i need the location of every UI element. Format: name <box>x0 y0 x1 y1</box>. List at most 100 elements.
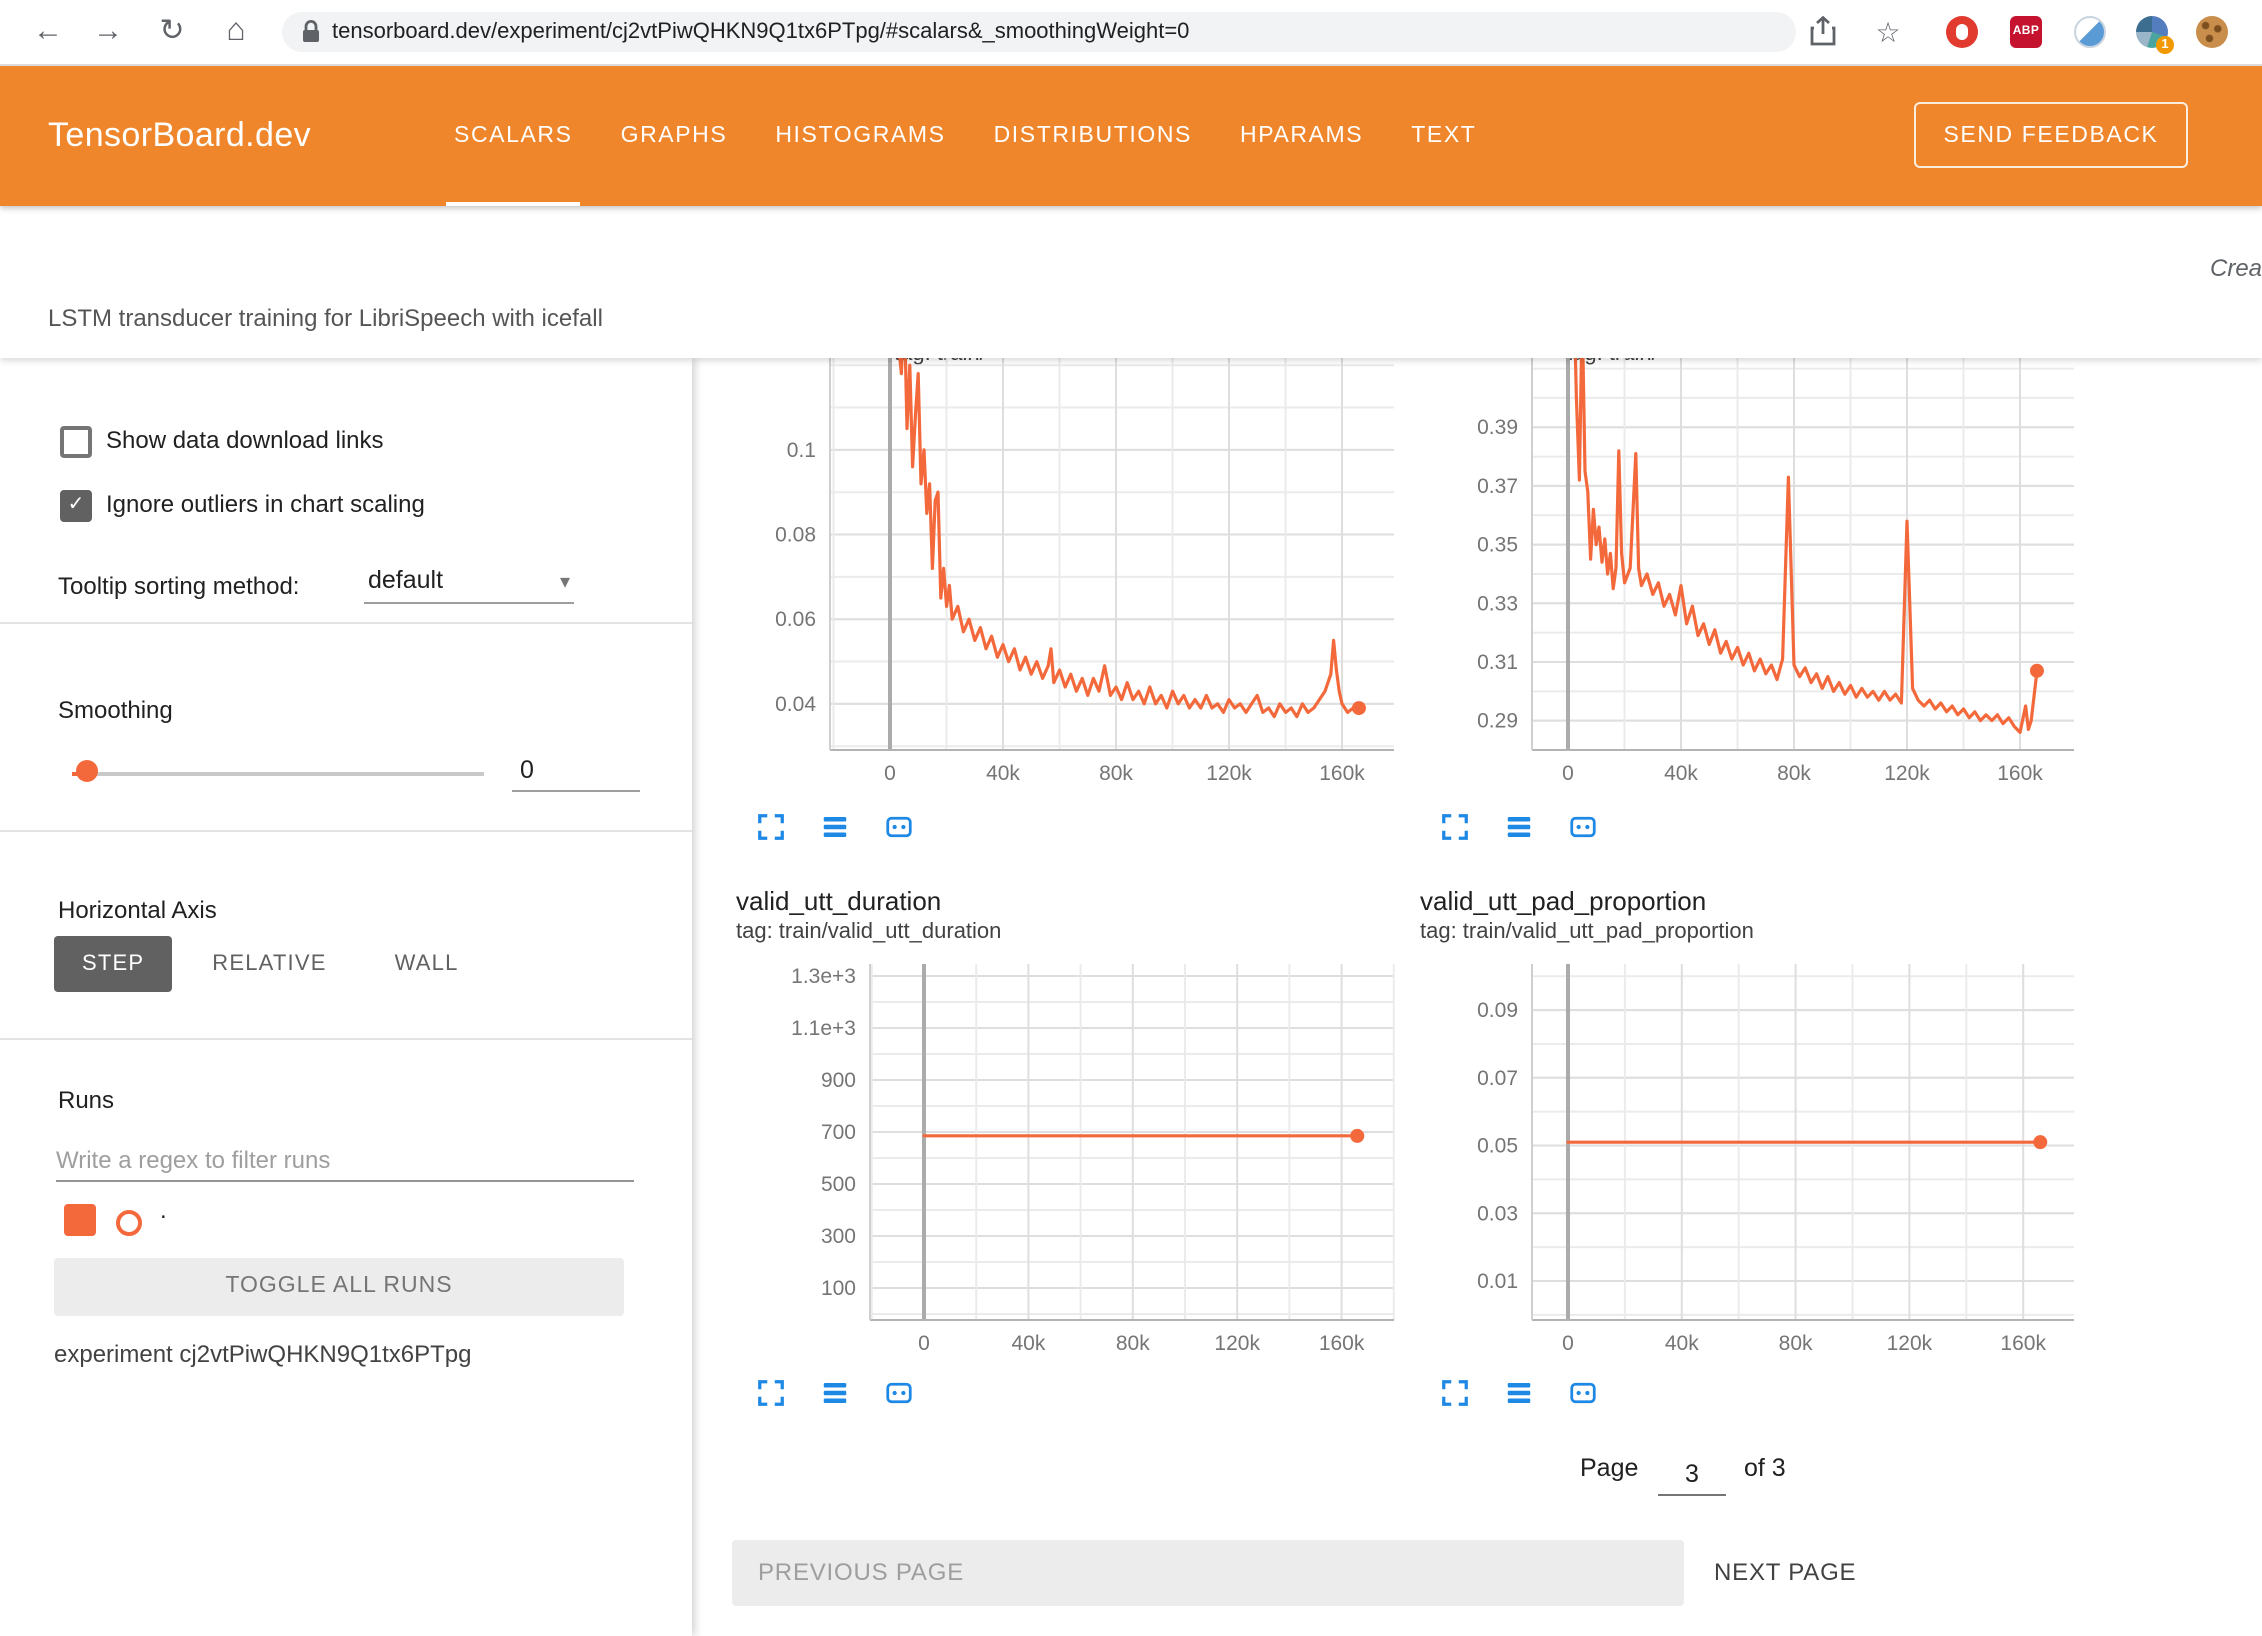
svg-text:0.04: 0.04 <box>775 693 816 716</box>
tab-histograms[interactable]: HISTOGRAMS <box>751 64 969 206</box>
svg-text:0.1: 0.1 <box>787 439 816 462</box>
chart-toolbar <box>756 1378 948 1410</box>
fit-domain-icon[interactable] <box>884 812 914 842</box>
svg-text:700: 700 <box>821 1121 856 1144</box>
svg-text:0: 0 <box>918 1332 930 1355</box>
chart-title-valid-utt-duration: valid_utt_duration <box>736 886 941 916</box>
fit-domain-icon[interactable] <box>884 1378 914 1408</box>
page-number-input[interactable] <box>1658 1454 1726 1496</box>
expand-chart-icon[interactable] <box>1440 812 1470 842</box>
chart-toolbar <box>1440 1378 1632 1410</box>
chart-toolbar <box>756 812 948 844</box>
abp-extension-icon[interactable]: ABP <box>2010 16 2042 48</box>
bookmark-star-icon[interactable]: ☆ <box>1864 0 1912 64</box>
ignore-outliers-label: Ignore outliers in chart scaling <box>106 490 425 518</box>
svg-text:40k: 40k <box>1665 1332 1699 1355</box>
svg-text:0.29: 0.29 <box>1477 710 1518 733</box>
cookie-extension-icon[interactable] <box>2196 16 2228 48</box>
ignore-outliers-checkbox[interactable] <box>60 490 92 522</box>
expand-chart-icon[interactable] <box>756 1378 786 1408</box>
tooltip-sorting-dropdown[interactable]: default ▾ <box>364 566 574 604</box>
profile-extension-icon[interactable]: 1 <box>2136 16 2168 48</box>
tab-scalars[interactable]: SCALARS <box>430 64 597 206</box>
experiment-name: experiment cj2vtPiwQHKN9Q1tx6PTpg <box>54 1340 472 1368</box>
chart-valid-utt-pad-proportion-plot[interactable]: 0.090.070.050.030.01040k80k120k160k <box>1420 964 2090 1372</box>
svg-text:80k: 80k <box>1777 762 1811 785</box>
svg-text:1.1e+3: 1.1e+3 <box>791 1017 856 1040</box>
tab-graphs[interactable]: GRAPHS <box>597 64 752 206</box>
divider <box>0 622 692 624</box>
home-icon[interactable]: ⌂ <box>212 0 260 64</box>
chart-menu-icon[interactable] <box>1504 1378 1534 1408</box>
svg-text:0.01: 0.01 <box>1477 1270 1518 1293</box>
chart-toolbar <box>1440 812 1632 844</box>
svg-text:120k: 120k <box>1206 762 1252 785</box>
svg-text:0.09: 0.09 <box>1477 999 1518 1022</box>
fit-domain-icon[interactable] <box>1568 812 1598 842</box>
lock-icon <box>302 20 320 44</box>
axis-wall-button[interactable]: WALL <box>367 936 487 992</box>
runs-label: Runs <box>58 1086 114 1114</box>
svg-text:0.31: 0.31 <box>1477 651 1518 674</box>
svg-text:100: 100 <box>821 1277 856 1300</box>
tab-text[interactable]: TEXT <box>1387 64 1500 206</box>
nav-tabs: SCALARS GRAPHS HISTOGRAMS DISTRIBUTIONS … <box>430 64 1500 206</box>
tooltip-sorting-label: Tooltip sorting method: <box>58 572 299 600</box>
extension-icon-blue[interactable] <box>2074 16 2106 48</box>
divider <box>0 1038 692 1040</box>
smoothing-value-input[interactable] <box>512 750 640 792</box>
previous-page-button[interactable]: PREVIOUS PAGE <box>732 1540 1684 1606</box>
chart-menu-icon[interactable] <box>820 1378 850 1408</box>
chevron-down-icon: ▾ <box>560 572 570 594</box>
tab-distributions[interactable]: DISTRIBUTIONS <box>970 64 1216 206</box>
svg-text:0.35: 0.35 <box>1477 534 1518 557</box>
svg-text:120k: 120k <box>1214 1332 1260 1355</box>
settings-sidebar: Show data download links Ignore outliers… <box>0 358 692 1636</box>
forward-icon[interactable]: → <box>84 0 132 64</box>
back-icon[interactable]: ← <box>24 0 72 64</box>
toggle-all-runs-button[interactable]: TOGGLE ALL RUNS <box>54 1258 624 1316</box>
svg-text:80k: 80k <box>1116 1332 1150 1355</box>
svg-text:0: 0 <box>1562 762 1574 785</box>
notification-badge: 1 <box>2156 36 2174 54</box>
svg-text:80k: 80k <box>1779 1332 1813 1355</box>
page-total-label: of 3 <box>1744 1454 1786 1482</box>
adblock-extension-icon[interactable] <box>1946 16 1978 48</box>
svg-text:0: 0 <box>1562 1332 1574 1355</box>
svg-text:300: 300 <box>821 1225 856 1248</box>
svg-text:160k: 160k <box>1319 762 1365 785</box>
expand-chart-icon[interactable] <box>756 812 786 842</box>
experiment-description: LSTM transducer training for LibriSpeech… <box>48 304 603 332</box>
smoothing-label: Smoothing <box>58 696 173 724</box>
run-checkbox[interactable] <box>64 1204 96 1236</box>
chart-top-left-plot[interactable]: 0.10.080.060.04040k80k120k160k <box>736 358 1410 802</box>
chart-tag: tag: train/valid_utt_duration <box>736 920 1001 944</box>
show-download-links-checkbox[interactable] <box>60 426 92 458</box>
page-label: Page <box>1580 1454 1638 1482</box>
tooltip-sorting-value: default <box>368 566 443 594</box>
svg-text:120k: 120k <box>1887 1332 1933 1355</box>
next-page-button[interactable]: NEXT PAGE <box>1714 1540 1856 1606</box>
smoothing-slider-track[interactable] <box>72 772 484 776</box>
send-feedback-button[interactable]: SEND FEEDBACK <box>1914 102 2188 168</box>
share-icon[interactable] <box>1798 0 1846 64</box>
tab-hparams[interactable]: HPARAMS <box>1216 64 1387 206</box>
fit-domain-icon[interactable] <box>1568 1378 1598 1408</box>
run-color-indicator <box>116 1210 142 1236</box>
runs-filter-input[interactable] <box>56 1140 634 1182</box>
refresh-icon[interactable]: ↻ <box>148 0 196 64</box>
url-bar[interactable]: tensorboard.dev/experiment/cj2vtPiwQHKN9… <box>282 12 1796 52</box>
expand-chart-icon[interactable] <box>1440 1378 1470 1408</box>
axis-relative-button[interactable]: RELATIVE <box>184 936 354 992</box>
app-logo[interactable]: TensorBoard.dev <box>48 64 311 206</box>
svg-text:160k: 160k <box>2000 1332 2046 1355</box>
chart-valid-utt-duration-plot[interactable]: 1.3e+31.1e+3900700500300100040k80k120k16… <box>736 964 1410 1372</box>
chart-menu-icon[interactable] <box>1504 812 1534 842</box>
show-download-links-label: Show data download links <box>106 426 384 454</box>
chart-top-right-plot[interactable]: 0.390.370.350.330.310.29040k80k120k160k <box>1420 358 2090 802</box>
axis-step-button[interactable]: STEP <box>54 936 172 992</box>
smoothing-slider-thumb[interactable] <box>76 760 98 782</box>
divider <box>0 830 692 832</box>
chart-menu-icon[interactable] <box>820 812 850 842</box>
svg-text:900: 900 <box>821 1069 856 1092</box>
